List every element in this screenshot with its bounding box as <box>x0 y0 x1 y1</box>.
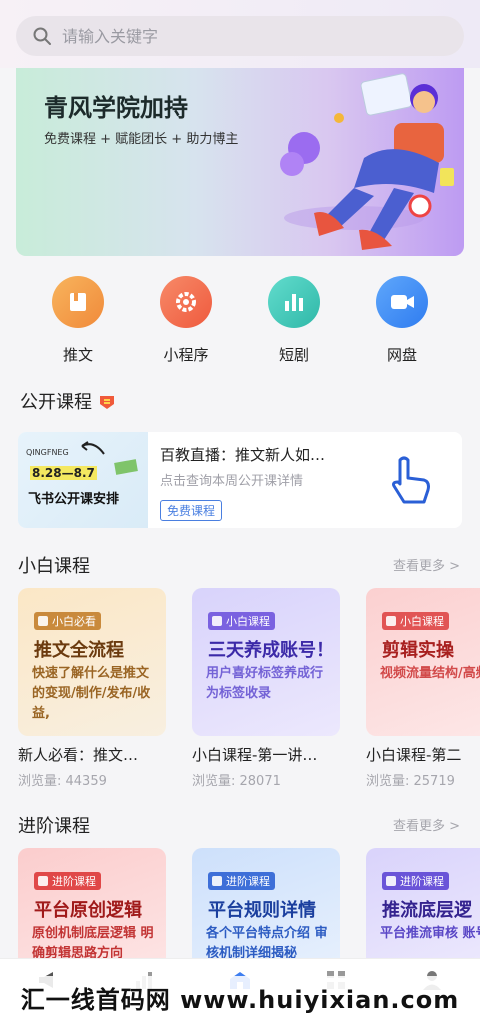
quick-entry-grid: 推文 小程序 短剧 网盘 <box>0 276 480 368</box>
advanced-card[interactable]: 进阶课程 推流底层逻 平台推流审核 账号推流运营 <box>366 848 480 958</box>
card-desc: 快速了解什么是推文的变现/制作/发布/收益, <box>32 666 151 721</box>
card-desc: 各个平台特点介绍 审核机制详细揭秘 <box>206 926 328 958</box>
search-input[interactable] <box>62 26 422 46</box>
advanced-card[interactable]: 进阶课程 平台规则详情 各个平台特点介绍 审核机制详细揭秘 <box>192 848 340 958</box>
advanced-course-title: 进阶课程 <box>18 816 90 837</box>
promo-banner[interactable]: 青风学院加持 免费课程 + 赋能团长 + 助力博主 <box>16 68 464 256</box>
card-desc: 原创机制底层逻辑 明确剪辑思路方向 <box>32 926 154 958</box>
book-icon <box>52 276 104 328</box>
quick-label: 短剧 <box>278 346 309 364</box>
public-course-name: 百教直播：推文新人如… <box>160 446 326 464</box>
gear-icon <box>160 276 212 328</box>
hot-icon <box>99 396 114 409</box>
public-course-card[interactable]: QINGFNEG 8.28—8.7 飞书公开课安排 百教直播：推文新人如… 点击… <box>18 432 462 528</box>
arrow-icon <box>81 441 105 455</box>
course-badge: 进阶课程 <box>382 872 449 890</box>
money-icon <box>114 459 138 475</box>
banner-title: 青风学院加持 <box>44 94 188 122</box>
card-desc: 用户喜好标签养成行为标签收录 <box>206 666 324 701</box>
course-badge: 进阶课程 <box>208 872 275 890</box>
course-views: 浏览量: 44359 <box>18 774 107 789</box>
quick-item-miniprogram[interactable]: 小程序 <box>146 276 226 365</box>
public-course-subtitle: 点击查询本周公开课详情 <box>160 474 304 489</box>
thumb-date: 8.28—8.7 <box>30 466 97 480</box>
card-heading: 推流底层逻 <box>382 900 472 921</box>
course-badge: 进阶课程 <box>34 872 101 890</box>
beginner-card[interactable]: 小白必看 推文全流程 快速了解什么是推文的变现/制作/发布/收益, <box>18 588 166 736</box>
card-heading: 推文全流程 <box>34 640 124 661</box>
beginner-card[interactable]: 小白课程 剪辑实操 视频流量结构/高频来源/高精细 <box>366 588 480 736</box>
quick-item-tuiwen[interactable]: 推文 <box>38 276 118 365</box>
public-course-title-text: 公开课程 <box>20 392 92 413</box>
quick-item-netdisk[interactable]: 网盘 <box>362 276 442 365</box>
course-title: 新人必看：推文… <box>18 746 139 764</box>
course-badge: 小白课程 <box>382 612 449 630</box>
beginner-course-title: 小白课程 <box>18 556 90 577</box>
course-views: 浏览量: 25719 <box>366 774 455 789</box>
advanced-see-more[interactable]: 查看更多 > <box>393 815 460 834</box>
quick-label: 网盘 <box>386 346 417 364</box>
course-title: 小白课程-第一讲… <box>192 746 318 764</box>
course-badge: 小白必看 <box>34 612 101 630</box>
card-desc: 视频流量结构/高频来源/高精细 <box>380 666 480 681</box>
thumb-brand: QINGFNEG <box>26 448 69 457</box>
quick-item-shortdrama[interactable]: 短剧 <box>254 276 334 365</box>
search-bar-area <box>0 0 480 68</box>
quick-label: 推文 <box>62 346 93 364</box>
card-heading: 平台规则详情 <box>208 900 316 921</box>
advanced-card[interactable]: 进阶课程 平台原创逻辑 原创机制底层逻辑 明确剪辑思路方向 <box>18 848 166 958</box>
video-icon <box>376 276 428 328</box>
quick-label: 小程序 <box>163 346 209 364</box>
watermark-text: 汇一线首码网 www.huiyixian.com <box>0 976 480 1018</box>
card-heading: 平台原创逻辑 <box>34 900 142 921</box>
beginner-card[interactable]: 小白课程 三天养成账号！ 用户喜好标签养成行为标签收录 <box>192 588 340 736</box>
public-course-title: 公开课程 <box>20 388 116 414</box>
pointer-hand-icon <box>392 456 430 504</box>
course-views: 浏览量: 28071 <box>192 774 281 789</box>
public-course-thumbnail: QINGFNEG 8.28—8.7 飞书公开课安排 <box>18 432 148 528</box>
banner-subtitle: 免费课程 + 赋能团长 + 助力博主 <box>44 132 239 147</box>
search-box[interactable] <box>16 16 464 56</box>
bar-chart-icon <box>268 276 320 328</box>
free-course-tag: 免费课程 <box>160 500 223 521</box>
card-heading: 剪辑实操 <box>382 640 454 661</box>
search-icon <box>33 27 51 45</box>
course-title: 小白课程-第二 <box>366 746 462 764</box>
banner-illustration <box>280 73 454 250</box>
card-desc: 平台推流审核 账号推流运营 <box>380 926 480 941</box>
beginner-see-more[interactable]: 查看更多 > <box>393 555 460 574</box>
thumb-text: 飞书公开课安排 <box>28 492 120 507</box>
card-heading: 三天养成账号！ <box>208 640 334 661</box>
course-badge: 小白课程 <box>208 612 275 630</box>
